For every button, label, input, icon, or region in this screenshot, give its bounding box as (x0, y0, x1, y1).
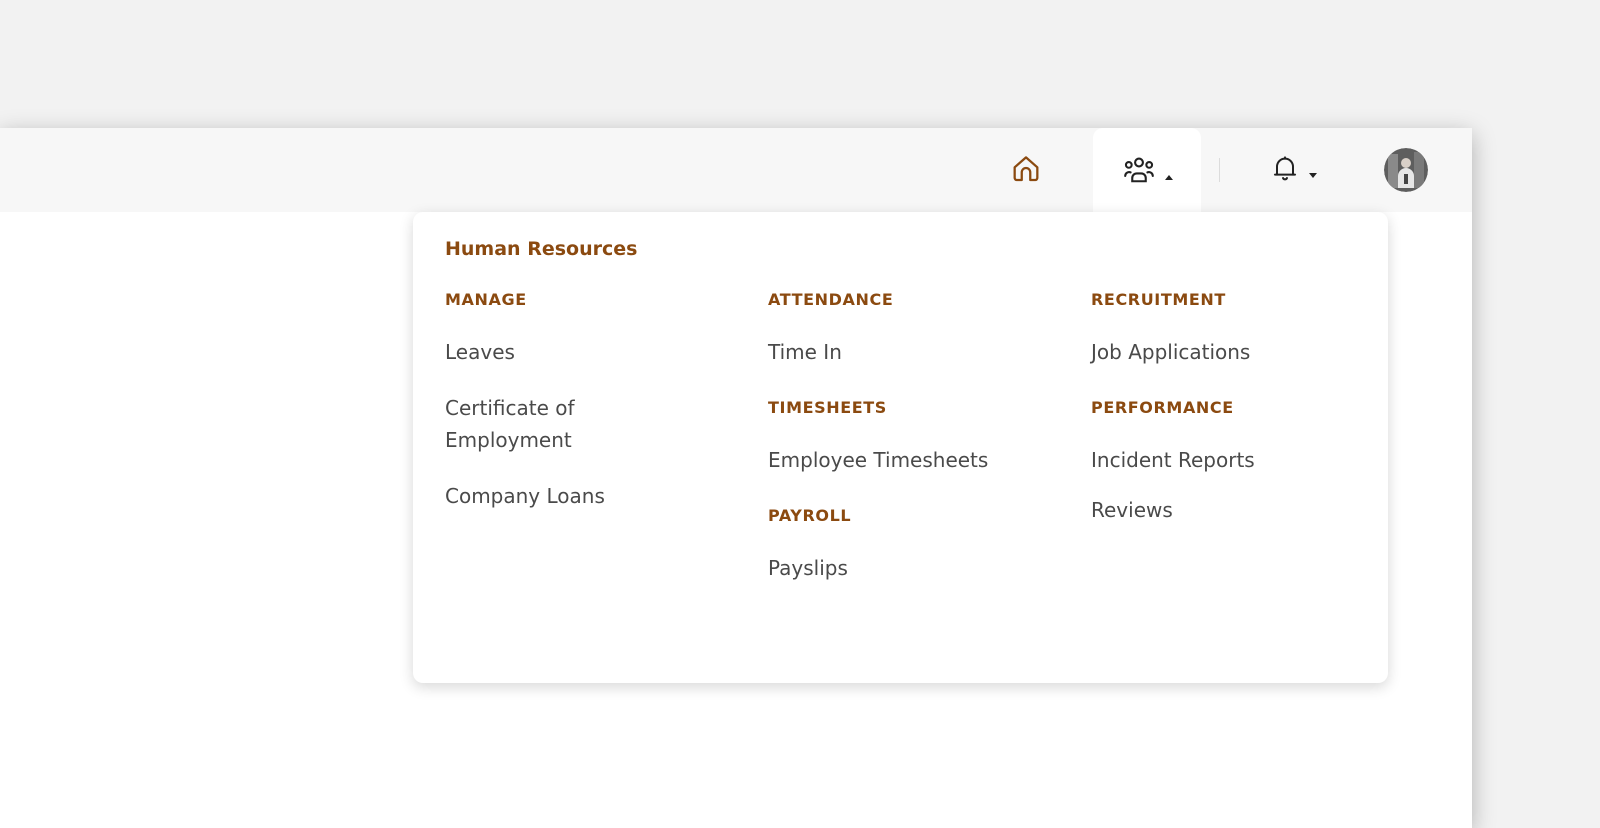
hr-menu-button[interactable] (1093, 128, 1201, 216)
section-title-payroll: PAYROLL (768, 506, 852, 525)
top-navbar (0, 128, 1472, 216)
menu-item-company-loans[interactable]: Company Loans (445, 480, 735, 512)
menu-item-certificate-of-employment[interactable]: Certificate of Employment (445, 392, 675, 456)
menu-column-manage: MANAGE Leaves Certificate of Employment … (445, 290, 735, 536)
caret-up-icon (1165, 174, 1173, 180)
section-title-performance: PERFORMANCE (1091, 398, 1234, 417)
bell-icon (1269, 152, 1301, 188)
menu-item-leaves[interactable]: Leaves (445, 336, 735, 368)
section-title-timesheets: TIMESHEETS (768, 398, 887, 417)
divider (1219, 158, 1220, 182)
user-avatar[interactable] (1384, 148, 1428, 192)
section-title-attendance: ATTENDANCE (768, 290, 894, 309)
hr-dropdown-menu: Human Resources MANAGE Leaves Certificat… (413, 212, 1388, 683)
section-title-manage: MANAGE (445, 290, 527, 309)
home-button[interactable] (1000, 148, 1052, 192)
section-title-recruitment: RECRUITMENT (1091, 290, 1226, 309)
menu-item-job-applications[interactable]: Job Applications (1091, 336, 1381, 368)
dropdown-title: Human Resources (445, 238, 638, 260)
home-icon (1009, 151, 1043, 189)
menu-column-recruitment: RECRUITMENT Job Applications PERFORMANCE… (1091, 290, 1381, 556)
caret-down-icon (1309, 172, 1317, 178)
menu-column-attendance: ATTENDANCE Time In TIMESHEETS Employee T… (768, 290, 1058, 614)
menu-item-employee-timesheets[interactable]: Employee Timesheets (768, 444, 1058, 476)
menu-item-payslips[interactable]: Payslips (768, 552, 1058, 584)
menu-item-time-in[interactable]: Time In (768, 336, 1058, 368)
notifications-button[interactable] (1257, 148, 1329, 192)
people-icon (1121, 152, 1157, 192)
menu-item-reviews[interactable]: Reviews (1091, 494, 1381, 526)
menu-item-incident-reports[interactable]: Incident Reports (1091, 444, 1381, 476)
